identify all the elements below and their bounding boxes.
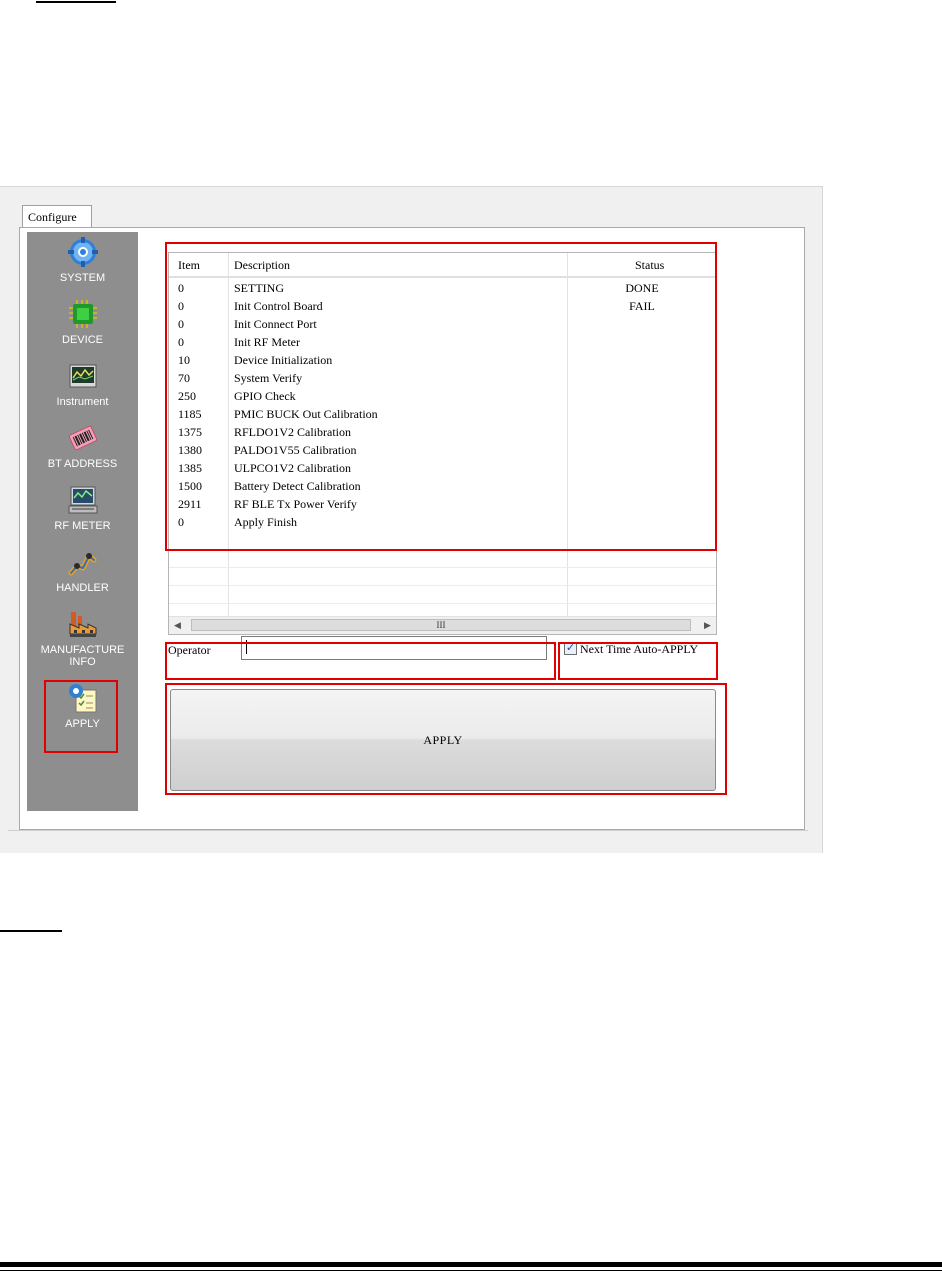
sidebar-item-label: APPLY: [65, 718, 100, 730]
table-row[interactable]: 250 GPIO Check: [169, 387, 716, 405]
cell-description: ULPCO1V2 Calibration: [234, 461, 351, 475]
cell-item: 0: [178, 515, 184, 529]
cell-status: DONE: [625, 281, 659, 295]
empty-row: [169, 585, 716, 604]
cell-item: 0: [178, 299, 184, 313]
robot-arm-icon: [68, 553, 96, 576]
cell-description: PMIC BUCK Out Calibration: [234, 407, 378, 421]
cell-description: Init Connect Port: [234, 317, 317, 331]
cell-description: Device Initialization: [234, 353, 333, 367]
tab-configure[interactable]: Configure: [22, 205, 92, 228]
cell-description: RF BLE Tx Power Verify: [234, 497, 357, 511]
sidebar-item-label: MANUFACTURE INFO: [40, 644, 125, 668]
sidebar-item-device[interactable]: DEVICE: [27, 298, 138, 346]
sidebar-item-rf-meter[interactable]: RF METER: [27, 484, 138, 532]
table-row[interactable]: 0 Init RF Meter: [169, 333, 716, 351]
sidebar-item-apply[interactable]: APPLY: [27, 682, 138, 730]
table-row[interactable]: 0 Init Connect Port: [169, 315, 716, 333]
table-row[interactable]: 0 Apply Finish: [169, 513, 716, 531]
table-row[interactable]: 1375 RFLDO1V2 Calibration: [169, 423, 716, 441]
cell-description: Battery Detect Calibration: [234, 479, 361, 493]
test-items-table[interactable]: Item Description Status 0 SETTING DONE 0 Ini…: [168, 252, 717, 635]
footer-rule: [0, 1270, 942, 1271]
cell-item: 10: [178, 353, 190, 367]
apply-button[interactable]: APPLY: [170, 689, 716, 791]
cell-description: RFLDO1V2 Calibration: [234, 425, 351, 439]
column-header-description[interactable]: Description: [234, 253, 290, 277]
sidebar-item-handler[interactable]: HANDLER: [27, 546, 138, 594]
empty-row: [169, 567, 716, 586]
operator-label: Operator: [168, 643, 211, 657]
empty-row: [169, 531, 716, 550]
configure-panel: SYSTEM DEVICE Instrument BT ADDRESS RF M…: [19, 227, 805, 830]
apply-icon: [68, 684, 96, 713]
instrument-icon: [69, 364, 96, 388]
sidebar-item-manufacture-info[interactable]: MANUFACTURE INFO: [27, 608, 138, 668]
table-row[interactable]: 1385 ULPCO1V2 Calibration: [169, 459, 716, 477]
cell-item: 1375: [178, 425, 202, 439]
table-row[interactable]: 1500 Battery Detect Calibration: [169, 477, 716, 495]
sidebar: SYSTEM DEVICE Instrument BT ADDRESS RF M…: [27, 232, 138, 811]
checkbox-check-icon[interactable]: ✓: [564, 642, 577, 655]
empty-row: [169, 549, 716, 568]
cell-description: System Verify: [234, 371, 303, 385]
cell-item: 1500: [178, 479, 202, 493]
column-header-item[interactable]: Item: [178, 253, 200, 277]
document-underline: [36, 1, 116, 3]
chip-icon: [68, 300, 97, 328]
table-row[interactable]: 1380 PALDO1V55 Calibration: [169, 441, 716, 459]
sidebar-item-label: BT ADDRESS: [47, 458, 118, 470]
gear-icon: [67, 237, 98, 267]
header-divider: [169, 277, 716, 278]
cell-item: 1385: [178, 461, 202, 475]
status-bar: [8, 830, 808, 831]
cell-description: Apply Finish: [234, 515, 298, 529]
cell-status: FAIL: [629, 299, 655, 313]
cell-description: GPIO Check: [234, 389, 296, 403]
operator-input[interactable]: [241, 636, 547, 660]
table-row[interactable]: 0 SETTING DONE: [169, 279, 716, 297]
cell-description: SETTING: [234, 281, 284, 295]
sidebar-item-label: RF METER: [54, 520, 111, 532]
sidebar-item-system[interactable]: SYSTEM: [27, 236, 138, 284]
rf-meter-icon: [68, 486, 97, 514]
sidebar-item-label: HANDLER: [56, 582, 109, 594]
auto-apply-label: Next Time Auto-APPLY: [580, 642, 699, 656]
footer-rule: [0, 1262, 942, 1267]
sidebar-item-label: Instrument: [56, 396, 109, 408]
cell-item: 0: [178, 281, 184, 295]
sidebar-item-label: DEVICE: [62, 334, 103, 346]
scroll-left-icon[interactable]: ◀: [169, 617, 186, 634]
sidebar-item-label: SYSTEM: [59, 272, 106, 284]
text-caret: [246, 640, 247, 654]
cell-item: 250: [178, 389, 196, 403]
document-underline: [0, 930, 62, 932]
application-window: Configure SYSTEM DEVICE Instrument BT AD…: [0, 186, 823, 853]
horizontal-scrollbar[interactable]: ◀ III ▶: [169, 616, 716, 634]
table-row[interactable]: 70 System Verify: [169, 369, 716, 387]
cell-description: Init RF Meter: [234, 335, 300, 349]
cell-item: 0: [178, 335, 184, 349]
table-row[interactable]: 1185 PMIC BUCK Out Calibration: [169, 405, 716, 423]
cell-item: 1380: [178, 443, 202, 457]
cell-description: PALDO1V55 Calibration: [234, 443, 357, 457]
barcode-icon: [68, 425, 97, 451]
cell-description: Init Control Board: [234, 299, 323, 313]
table-row[interactable]: 10 Device Initialization: [169, 351, 716, 369]
cell-item: 2911: [178, 497, 202, 511]
sidebar-item-instrument[interactable]: Instrument: [27, 360, 138, 408]
sidebar-item-bt-address[interactable]: BT ADDRESS: [27, 422, 138, 470]
table-row[interactable]: 2911 RF BLE Tx Power Verify: [169, 495, 716, 513]
factory-icon: [69, 612, 96, 637]
cell-item: 1185: [178, 407, 202, 421]
scroll-right-icon[interactable]: ▶: [699, 617, 716, 634]
scroll-thumb[interactable]: III: [191, 619, 691, 631]
table-row[interactable]: 0 Init Control Board FAIL: [169, 297, 716, 315]
cell-item: 70: [178, 371, 190, 385]
cell-item: 0: [178, 317, 184, 331]
column-header-status[interactable]: Status: [635, 253, 664, 277]
